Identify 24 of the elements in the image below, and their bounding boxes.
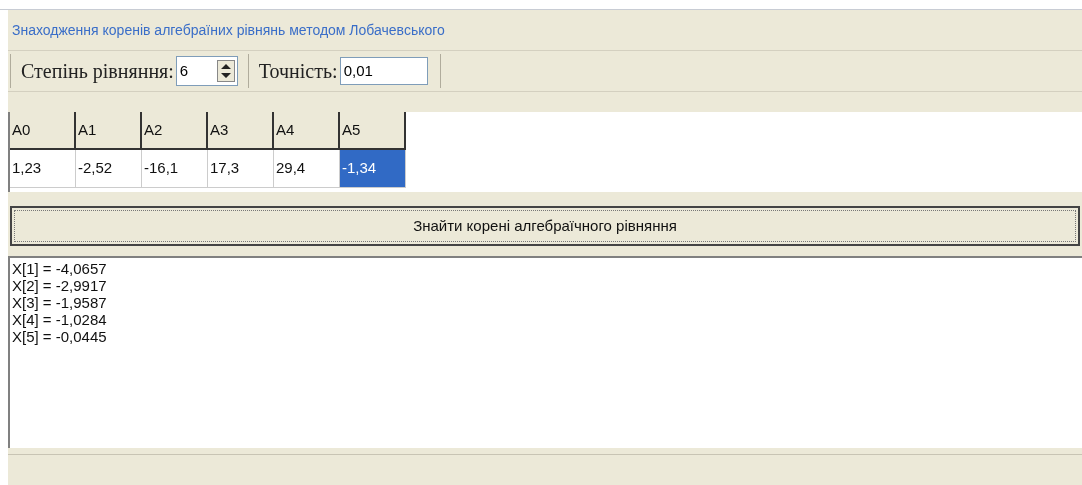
result-line: X[1] = -4,0657 (12, 260, 107, 277)
table-cell[interactable]: -2,52 (76, 150, 142, 188)
precision-label: Точність: (258, 59, 338, 84)
precision-field[interactable]: 0,01 (339, 57, 428, 85)
result-line: X[5] = -0,0445 (12, 328, 107, 345)
table-cell[interactable]: -1,34 (340, 150, 406, 188)
table-cell[interactable]: -16,1 (142, 150, 208, 188)
degree-spinner[interactable]: 6 (175, 56, 238, 86)
result-line: X[2] = -2,9917 (12, 277, 107, 294)
window-title: Знаходження коренів алгебраїних рівнянь методом Лобачевського (12, 20, 445, 40)
find-roots-button[interactable]: Знайти корені алгебраїчного рівняння (10, 206, 1080, 246)
table-cell[interactable]: 1,23 (10, 150, 76, 188)
column-header: A0 (10, 112, 76, 150)
column-header: A4 (274, 112, 340, 150)
column-header: A5 (340, 112, 406, 150)
table-cell[interactable]: 29,4 (274, 150, 340, 188)
degree-label: Степінь рівняння: (21, 59, 174, 85)
table-cell[interactable]: 17,3 (208, 150, 274, 188)
result-line: X[3] = -1,9587 (12, 294, 107, 311)
column-header: A3 (208, 112, 274, 150)
column-header: A1 (76, 112, 142, 150)
result-line: X[4] = -1,0284 (12, 311, 107, 328)
column-header: A2 (142, 112, 208, 150)
spin-arrows-icon[interactable] (216, 60, 235, 82)
